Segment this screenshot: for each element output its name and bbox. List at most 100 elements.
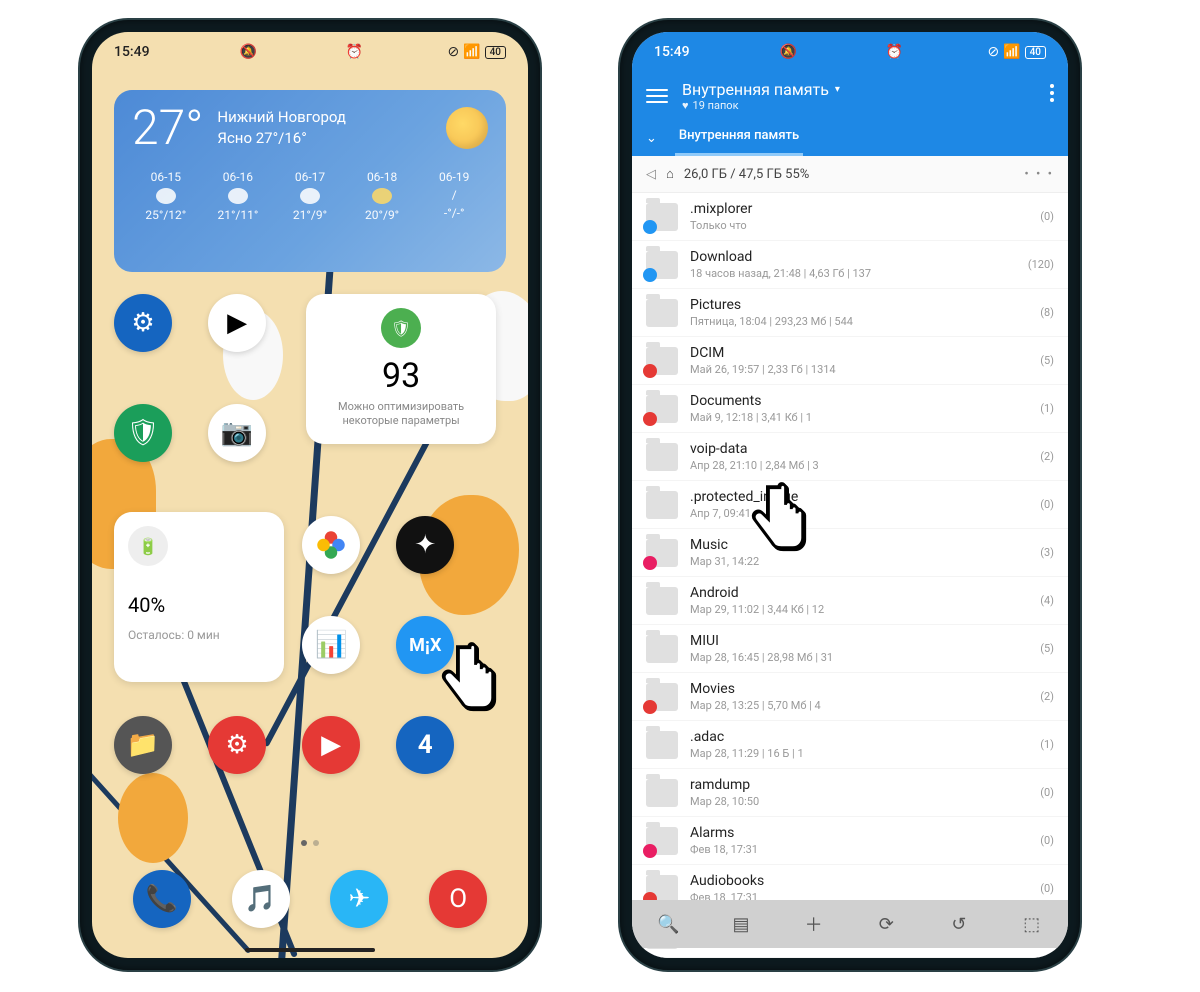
file-row[interactable]: DCIM Май 26, 19:57 | 2,33 Гб | 1314 (5) bbox=[632, 337, 1068, 385]
tab-internal[interactable]: Внутренняя память bbox=[675, 120, 803, 156]
nav-handle[interactable] bbox=[245, 948, 375, 952]
file-count: (4) bbox=[1040, 594, 1054, 607]
battery-icon: 40 bbox=[1025, 46, 1046, 59]
play-store-icon[interactable]: ▶ bbox=[208, 294, 266, 352]
camera-icon[interactable]: 📷 bbox=[208, 404, 266, 462]
file-meta: Фев 18, 17:31 bbox=[690, 843, 1028, 856]
file-name: Documents bbox=[690, 393, 1028, 409]
back-icon[interactable]: ◁ bbox=[646, 167, 656, 182]
weather-condition: Ясно 27°/16° bbox=[217, 128, 346, 149]
mixplorer-icon[interactable]: M¡X bbox=[396, 616, 454, 674]
file-row[interactable]: Alarms Фев 18, 17:31 (0) bbox=[632, 817, 1068, 865]
file-count: (0) bbox=[1040, 786, 1054, 799]
file-row[interactable]: Android Мар 29, 11:02 | 3,44 Кб | 12 (4) bbox=[632, 577, 1068, 625]
youtube-icon[interactable]: ▶ bbox=[302, 716, 360, 774]
file-meta: Апр 28, 21:10 | 2,84 Мб | 3 bbox=[690, 459, 1028, 472]
file-row[interactable]: .mixplorer Только что (0) bbox=[632, 193, 1068, 241]
file-count: (120) bbox=[1028, 258, 1054, 271]
folder-icon bbox=[646, 395, 678, 423]
file-row[interactable]: Documents Май 9, 12:18 | 3,41 Кб | 1 (1) bbox=[632, 385, 1068, 433]
battery-widget[interactable]: 🔋 40% Осталось: 0 мин bbox=[114, 512, 284, 682]
forecast-row: 06-1525°/12° 06-1621°/11° 06-1721°/9° 06… bbox=[132, 170, 488, 222]
nav-handle[interactable] bbox=[785, 948, 915, 952]
file-count: (5) bbox=[1040, 642, 1054, 655]
page-dots bbox=[92, 831, 528, 850]
folder-icon bbox=[646, 731, 678, 759]
file-meta: Май 9, 12:18 | 3,41 Кб | 1 bbox=[690, 411, 1028, 424]
file-row[interactable]: .protected_image Апр 7, 09:41 (0) bbox=[632, 481, 1068, 529]
weather-widget[interactable]: 27° Нижний Новгород Ясно 27°/16° 06-1525… bbox=[114, 90, 506, 272]
phone-icon[interactable]: 📞 bbox=[133, 870, 191, 928]
alarm-icon: ⏰ bbox=[886, 44, 903, 60]
dock: 📞 🎵 ✈ O bbox=[92, 870, 528, 928]
home-icon[interactable]: ⌂ bbox=[666, 166, 674, 182]
more-icon[interactable]: • • • bbox=[1024, 167, 1054, 182]
file-row[interactable]: Pictures Пятница, 18:04 | 293,23 Мб | 54… bbox=[632, 289, 1068, 337]
status-time: 15:49 bbox=[114, 44, 150, 60]
bottom-toolbar: 🔍 ▤ ＋ ⟳ ↺ ⬚ bbox=[632, 900, 1068, 948]
settings-red-icon[interactable]: ⚙ bbox=[208, 716, 266, 774]
overflow-icon[interactable] bbox=[1050, 84, 1054, 102]
header-subtitle: 19 папок bbox=[693, 99, 739, 112]
file-count: (1) bbox=[1040, 402, 1054, 415]
sun-icon bbox=[446, 107, 488, 149]
file-meta: Мар 28, 16:45 | 28,98 Мб | 31 bbox=[690, 651, 1028, 664]
file-row[interactable]: ramdump Мар 28, 10:50 (0) bbox=[632, 769, 1068, 817]
search-icon[interactable]: 🔍 bbox=[653, 914, 683, 935]
no-sim-icon: ⊘ bbox=[987, 44, 999, 60]
telegram-icon[interactable]: ✈ bbox=[330, 870, 388, 928]
file-meta: Мар 31, 14:22 bbox=[690, 555, 1028, 568]
file-name: .protected_image bbox=[690, 489, 1028, 505]
folder-icon bbox=[646, 779, 678, 807]
security-icon[interactable]: 🛡 bbox=[114, 404, 172, 462]
opera-icon[interactable]: O bbox=[429, 870, 487, 928]
file-count: (8) bbox=[1040, 306, 1054, 319]
file-name: Download bbox=[690, 249, 1016, 265]
folder-icon bbox=[646, 875, 678, 903]
wifi-icon: 📶 bbox=[1003, 44, 1020, 60]
folder-icon[interactable]: 📁 bbox=[114, 716, 172, 774]
dropdown-icon[interactable]: ▾ bbox=[835, 84, 840, 95]
folder-icon bbox=[646, 347, 678, 375]
file-count: (2) bbox=[1040, 690, 1054, 703]
folder-icon bbox=[646, 203, 678, 231]
history-icon[interactable]: ↺ bbox=[944, 914, 974, 935]
folder-icon bbox=[646, 587, 678, 615]
storage-text: 26,0 ГБ / 47,5 ГБ 55% bbox=[684, 167, 809, 182]
file-name: Pictures bbox=[690, 297, 1028, 313]
file-row[interactable]: Music Мар 31, 14:22 (3) bbox=[632, 529, 1068, 577]
file-meta: Май 26, 19:57 | 2,33 Гб | 1314 bbox=[690, 363, 1028, 376]
file-row[interactable]: Download 18 часов назад, 21:48 | 4,63 Гб… bbox=[632, 241, 1068, 289]
file-row[interactable]: .adac Мар 28, 11:29 | 16 Б | 1 (1) bbox=[632, 721, 1068, 769]
folder-icon bbox=[646, 827, 678, 855]
folder-icon bbox=[646, 635, 678, 663]
mute-icon: 🔕 bbox=[780, 44, 797, 60]
analytics-icon[interactable]: 📊 bbox=[302, 616, 360, 674]
add-icon[interactable]: ＋ bbox=[799, 911, 829, 937]
file-list: .mixplorer Только что (0) Download 18 ча… bbox=[632, 193, 1068, 958]
select-icon[interactable]: ⬚ bbox=[1017, 914, 1047, 935]
status-time: 15:49 bbox=[654, 44, 690, 60]
settings-icon[interactable]: ⚙ bbox=[114, 294, 172, 352]
file-row[interactable]: Movies Мар 28, 13:25 | 5,70 Мб | 4 (2) bbox=[632, 673, 1068, 721]
sparkle-icon[interactable]: ✦ bbox=[396, 516, 454, 574]
optimizer-widget[interactable]: 🛡 93 Можно оптимизировать некоторые пара… bbox=[306, 294, 496, 444]
file-row[interactable]: MIUI Мар 28, 16:45 | 28,98 Мб | 31 (5) bbox=[632, 625, 1068, 673]
file-meta: Мар 29, 11:02 | 3,44 Кб | 12 bbox=[690, 603, 1028, 616]
app-header: 15:49 🔕 ⏰ ⊘ 📶 40 Внутренняя память ▾ ♥ 1… bbox=[632, 32, 1068, 156]
channel4-icon[interactable]: 4 bbox=[396, 716, 454, 774]
file-count: (0) bbox=[1040, 498, 1054, 511]
photos-icon[interactable] bbox=[302, 516, 360, 574]
folder-icon bbox=[646, 491, 678, 519]
view-icon[interactable]: ▤ bbox=[726, 914, 756, 935]
yandex-music-icon[interactable]: 🎵 bbox=[232, 870, 290, 928]
file-count: (0) bbox=[1040, 882, 1054, 895]
menu-icon[interactable] bbox=[646, 89, 668, 103]
file-name: .mixplorer bbox=[690, 201, 1028, 217]
file-meta: 18 часов назад, 21:48 | 4,63 Гб | 137 bbox=[690, 267, 1016, 280]
file-row[interactable]: voip-data Апр 28, 21:10 | 2,84 Мб | 3 (2… bbox=[632, 433, 1068, 481]
chevron-down-icon[interactable]: ⌄ bbox=[646, 131, 657, 146]
refresh-icon[interactable]: ⟳ bbox=[871, 914, 901, 935]
wifi-icon: 📶 bbox=[463, 44, 480, 60]
storage-bar[interactable]: ◁ ⌂ 26,0 ГБ / 47,5 ГБ 55% • • • bbox=[632, 156, 1068, 193]
